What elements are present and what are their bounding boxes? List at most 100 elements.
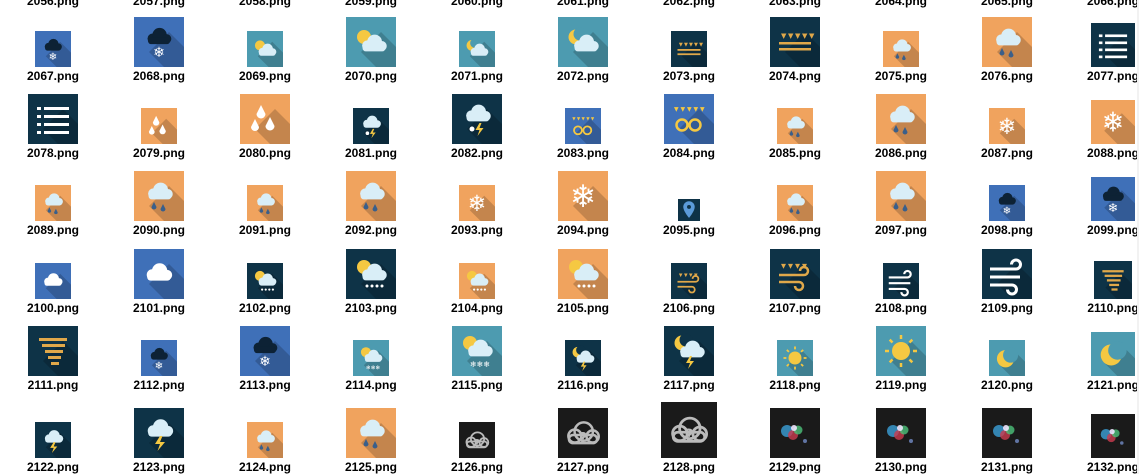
file-item[interactable]: 2064.png <box>848 0 954 8</box>
file-item[interactable]: 2131.png <box>954 0 1060 474</box>
file-item[interactable]: 2095.png <box>636 0 742 474</box>
file-name: 2076.png <box>980 69 1034 83</box>
file-item[interactable]: 2101.png <box>106 0 212 474</box>
file-item[interactable]: 2121.png <box>1060 0 1139 474</box>
file-item[interactable]: 2120.png <box>954 0 1060 474</box>
file-item[interactable]: 2060.png <box>424 0 530 8</box>
file-item[interactable]: 2086.png <box>848 0 954 474</box>
file-item[interactable]: 2056.png <box>0 0 106 8</box>
file-item[interactable]: ❄❄❄ 2115.png <box>424 0 530 474</box>
file-name: 2108.png <box>874 301 928 315</box>
file-item[interactable]: 2105.png <box>530 0 636 474</box>
file-item[interactable]: 2108.png <box>848 0 954 474</box>
file-item[interactable]: 2100.png <box>0 0 106 474</box>
svg-text:▼: ▼ <box>582 117 586 122</box>
file-item[interactable]: 2110.png <box>1060 0 1139 474</box>
moon-icon <box>1091 332 1135 376</box>
file-item[interactable]: 2102.png <box>212 0 318 474</box>
file-item[interactable]: ▼ ▼ ▼ ▼ ▼ 2083.png <box>530 0 636 474</box>
file-item[interactable]: 2082.png <box>424 0 530 474</box>
file-item[interactable]: 2103.png <box>318 0 424 474</box>
file-grid: 2056.png 2057.png 2058.png 2059.png 2060.png… <box>0 0 1139 474</box>
file-name: 2085.png <box>768 146 822 160</box>
file-item[interactable]: 2062.png <box>636 0 742 8</box>
file-item[interactable]: ▼ ▼ ▼ ▼ ▼ 2084.png <box>636 0 742 474</box>
file-name: 2123.png <box>132 460 186 474</box>
sun-cloud-icon <box>346 17 396 67</box>
file-item[interactable]: 2061.png <box>530 0 636 8</box>
file-item[interactable]: 2085.png <box>742 0 848 474</box>
file-name: 2084.png <box>662 146 716 160</box>
file-item[interactable]: 2092.png <box>318 0 424 474</box>
file-item[interactable]: ❄ 2093.png <box>424 0 530 474</box>
file-item[interactable]: 2057.png <box>106 0 212 8</box>
file-item[interactable]: ▼ ▼ ▼ ▼ 2106.png <box>636 0 742 474</box>
file-item[interactable]: 2096.png <box>742 0 848 474</box>
file-name: 2119.png <box>875 378 927 392</box>
file-item[interactable]: 2116.png <box>530 0 636 474</box>
file-item[interactable]: 2129.png <box>742 0 848 474</box>
cloud-rain-icon <box>982 17 1032 67</box>
file-item[interactable]: 2122.png <box>0 0 106 474</box>
file-item[interactable]: 2065.png <box>954 0 1060 8</box>
file-item[interactable]: 2063.png <box>742 0 848 8</box>
file-item[interactable]: 2109.png <box>954 0 1060 474</box>
cloud-question-icon: ? <box>661 402 717 458</box>
file-item[interactable]: ? 2127.png <box>530 0 636 474</box>
file-item[interactable]: 2080.png <box>212 0 318 474</box>
file-name: 2058.png <box>238 0 292 8</box>
file-item[interactable]: 2118.png <box>742 0 848 474</box>
file-item[interactable]: 2079.png <box>106 0 212 474</box>
file-item[interactable]: ❄ 2087.png <box>954 0 1060 474</box>
file-item[interactable]: ▼ ▼ ▼ ▼ ▼ 2073.png <box>636 0 742 474</box>
file-item[interactable]: 2066.png <box>1060 0 1139 8</box>
file-item[interactable]: 2075.png <box>848 0 954 474</box>
file-item[interactable]: 2097.png <box>848 0 954 474</box>
file-item[interactable]: ? 2126.png <box>424 0 530 474</box>
file-item[interactable]: 2070.png <box>318 0 424 474</box>
file-item[interactable]: 2076.png <box>954 0 1060 474</box>
cloud-icon <box>35 263 71 299</box>
file-item[interactable]: 2071.png <box>424 0 530 474</box>
file-item[interactable]: 2111.png <box>0 0 106 474</box>
file-item[interactable]: 2069.png <box>212 0 318 474</box>
file-item[interactable]: ❄ 2112.png <box>106 0 212 474</box>
file-item[interactable]: ? 2128.png <box>636 0 742 474</box>
file-name: 2089.png <box>26 223 80 237</box>
file-item[interactable]: ❄ 2094.png <box>530 0 636 474</box>
file-item[interactable]: 2090.png <box>106 0 212 474</box>
raindrops-icon <box>240 94 290 144</box>
file-item[interactable]: 2124.png <box>212 0 318 474</box>
file-item[interactable]: 2058.png <box>212 0 318 8</box>
file-item[interactable]: ❄ 2068.png <box>106 0 212 474</box>
file-item[interactable]: ❄ 2099.png <box>1060 0 1139 474</box>
cloud-rain-icon <box>134 171 184 221</box>
file-item[interactable]: ❄ 2067.png <box>0 0 106 474</box>
file-item[interactable]: 2117.png <box>636 0 742 474</box>
svg-text:❄: ❄ <box>1003 206 1011 217</box>
file-item[interactable]: 2132.png <box>1060 0 1139 474</box>
svg-text:❄: ❄ <box>49 52 57 63</box>
file-item[interactable]: 2130.png <box>848 0 954 474</box>
file-name: 2107.png <box>768 301 822 315</box>
file-item[interactable]: ❄ 2098.png <box>954 0 1060 474</box>
file-item[interactable]: ❄ 2113.png <box>212 0 318 474</box>
file-item[interactable]: ❄ 2088.png <box>1060 0 1139 474</box>
file-item[interactable]: ▼ ▼ ▼ ▼ 2107.png <box>742 0 848 474</box>
file-item[interactable]: 2077.png <box>1060 0 1139 474</box>
file-item[interactable]: 2059.png <box>318 0 424 8</box>
file-item[interactable]: 2091.png <box>212 0 318 474</box>
file-item[interactable]: ▼ ▼ ▼ ▼ ▼ 2074.png <box>742 0 848 474</box>
file-item[interactable]: 2119.png <box>848 0 954 474</box>
file-name: 2071.png <box>450 69 504 83</box>
file-name: 2092.png <box>344 223 398 237</box>
file-item[interactable]: 2078.png <box>0 0 106 474</box>
file-item[interactable]: 2104.png <box>424 0 530 474</box>
file-item[interactable]: 2072.png <box>530 0 636 474</box>
file-item[interactable]: 2123.png <box>106 0 212 474</box>
file-item[interactable]: 2089.png <box>0 0 106 474</box>
cloud-rain-icon <box>346 408 396 458</box>
file-item[interactable]: ❄❄❄ 2114.png <box>318 0 424 474</box>
file-item[interactable]: 2125.png <box>318 0 424 474</box>
file-item[interactable]: 2081.png <box>318 0 424 474</box>
